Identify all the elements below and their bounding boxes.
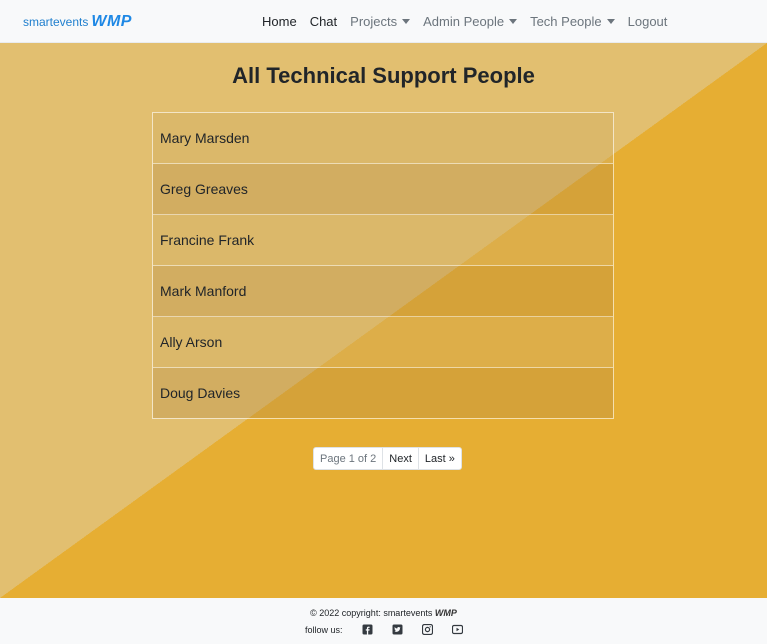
follow-us: follow us: bbox=[305, 624, 463, 635]
follow-label: follow us: bbox=[305, 624, 343, 635]
nav-projects-dropdown[interactable]: Projects bbox=[350, 14, 411, 29]
brand[interactable]: smartevents WMP bbox=[23, 13, 132, 31]
people-list: Mary Marsden Greg Greaves Francine Frank… bbox=[152, 112, 614, 419]
nav-menu: Home Chat Projects Admin People Tech Peo… bbox=[262, 0, 680, 43]
chevron-down-icon bbox=[509, 19, 518, 24]
page-info: Page 1 of 2 bbox=[314, 448, 384, 469]
nav-projects-label: Projects bbox=[350, 14, 398, 29]
list-item[interactable]: Mary Marsden bbox=[153, 113, 613, 164]
main-content: All Technical Support People Mary Marsde… bbox=[0, 43, 767, 598]
footer-logo: WMP bbox=[434, 608, 457, 618]
instagram-icon[interactable] bbox=[421, 624, 433, 635]
list-item[interactable]: Doug Davies bbox=[153, 368, 613, 418]
nav-logout[interactable]: Logout bbox=[628, 14, 668, 29]
nav-home[interactable]: Home bbox=[262, 14, 297, 29]
nav-admin-people-dropdown[interactable]: Admin People bbox=[423, 14, 518, 29]
page-title: All Technical Support People bbox=[232, 63, 535, 88]
next-page-button[interactable]: Next bbox=[383, 448, 419, 469]
brand-name: smartevents bbox=[23, 15, 89, 29]
chevron-down-icon bbox=[402, 19, 411, 24]
list-item[interactable]: Greg Greaves bbox=[153, 164, 613, 215]
brand-logo: WMP bbox=[91, 13, 132, 30]
nav-tech-people-dropdown[interactable]: Tech People bbox=[530, 14, 615, 29]
list-item[interactable]: Ally Arson bbox=[153, 317, 613, 368]
copyright: © 2022 copyright: smartevents WMP bbox=[0, 608, 767, 618]
chevron-down-icon bbox=[606, 19, 615, 24]
footer: © 2022 copyright: smartevents WMP follow… bbox=[0, 598, 767, 644]
nav-tech-people-label: Tech People bbox=[530, 14, 602, 29]
twitter-icon[interactable] bbox=[392, 624, 403, 635]
nav-home-label: Home bbox=[262, 14, 297, 29]
youtube-icon[interactable] bbox=[451, 624, 463, 635]
list-item[interactable]: Mark Manford bbox=[153, 266, 613, 317]
pagination: Page 1 of 2 Next Last » bbox=[313, 447, 462, 470]
nav-admin-people-label: Admin People bbox=[423, 14, 505, 29]
nav-chat[interactable]: Chat bbox=[310, 14, 337, 29]
copyright-text: © 2022 copyright: smartevents bbox=[310, 608, 433, 618]
last-page-button[interactable]: Last » bbox=[419, 448, 461, 469]
navbar: smartevents WMP Home Chat Projects Admin… bbox=[0, 0, 767, 43]
nav-logout-label: Logout bbox=[627, 14, 668, 29]
nav-chat-label: Chat bbox=[309, 14, 338, 29]
list-item[interactable]: Francine Frank bbox=[153, 215, 613, 266]
facebook-icon[interactable] bbox=[362, 624, 373, 635]
